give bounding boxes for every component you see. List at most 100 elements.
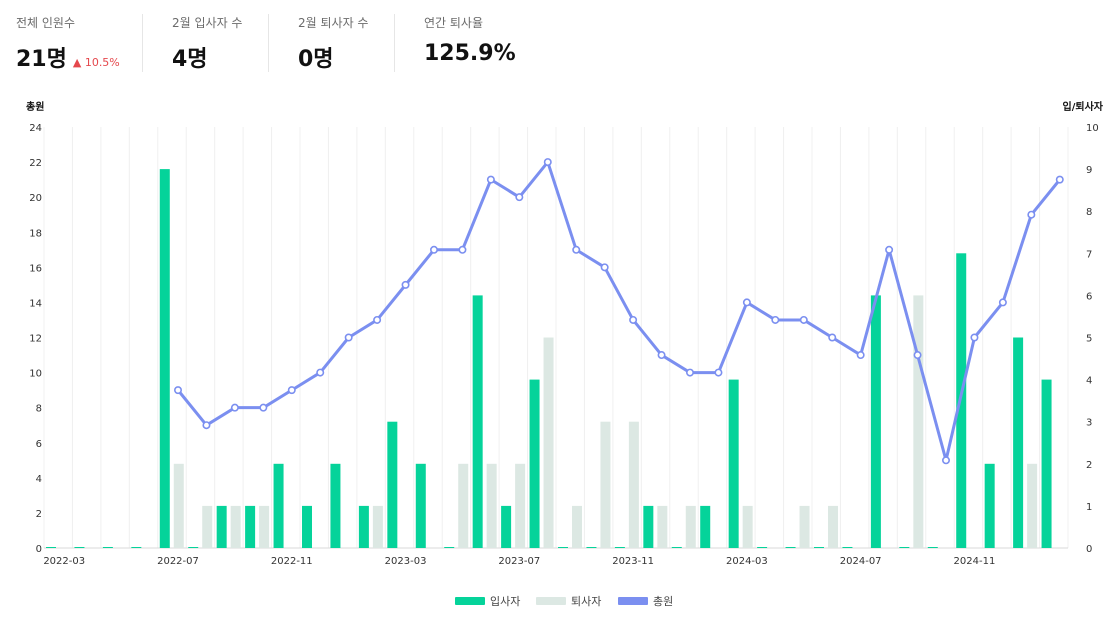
y-right-tick-label: 9 bbox=[1086, 165, 1092, 176]
x-tick-label: 2022-11 bbox=[271, 556, 313, 567]
bar-hires bbox=[586, 547, 597, 548]
bar-hires bbox=[984, 463, 995, 548]
bar-hires bbox=[245, 505, 256, 548]
tick-layer: 0246810121416182022240123456789102022-03… bbox=[29, 123, 1098, 567]
point-total bbox=[344, 333, 353, 342]
y-right-tick-label: 5 bbox=[1086, 334, 1092, 345]
point-total bbox=[373, 315, 382, 324]
y-right-tick-label: 1 bbox=[1086, 502, 1092, 513]
point-total bbox=[714, 368, 723, 377]
y-left-tick-label: 6 bbox=[36, 439, 42, 450]
y-right-tick-label: 0 bbox=[1086, 544, 1092, 555]
bar-hires bbox=[643, 505, 654, 548]
bar-hires bbox=[785, 547, 796, 548]
point-total bbox=[600, 263, 609, 272]
bar-exits bbox=[515, 463, 526, 548]
bar-exits bbox=[259, 505, 270, 548]
point-total bbox=[230, 403, 239, 412]
bar-exits bbox=[372, 505, 383, 548]
bar-hires bbox=[927, 547, 938, 548]
legend-item-hires[interactable]: 입사자 bbox=[455, 595, 520, 608]
x-tick-label: 2024-11 bbox=[954, 556, 996, 567]
point-total bbox=[174, 386, 183, 395]
point-total bbox=[941, 456, 950, 465]
bar-hires bbox=[1013, 337, 1024, 548]
y-left-tick-label: 20 bbox=[29, 193, 42, 204]
bar-hires bbox=[415, 463, 426, 548]
bar-hires bbox=[870, 295, 881, 548]
bar-hires bbox=[131, 547, 142, 548]
bar-hires bbox=[358, 505, 369, 548]
bar-exits bbox=[173, 463, 184, 548]
y-right-tick-label: 4 bbox=[1086, 376, 1092, 387]
point-total bbox=[885, 245, 894, 254]
bar-hires bbox=[472, 295, 483, 548]
bar-hires bbox=[444, 547, 455, 548]
bar-exits bbox=[458, 463, 469, 548]
y-right-axis-title: 입/퇴사자 bbox=[1063, 100, 1104, 113]
x-tick-label: 2024-03 bbox=[726, 556, 768, 567]
x-tick-label: 2024-07 bbox=[840, 556, 882, 567]
bar-hires bbox=[302, 505, 312, 548]
point-total bbox=[913, 351, 922, 360]
legend-label-hires: 입사자 bbox=[490, 595, 520, 608]
x-tick-label: 2023-11 bbox=[612, 556, 654, 567]
y-right-tick-label: 2 bbox=[1086, 460, 1092, 471]
legend-item-exits[interactable]: 퇴사자 bbox=[536, 595, 601, 608]
point-total bbox=[259, 403, 268, 412]
point-total bbox=[799, 315, 808, 324]
point-total bbox=[572, 245, 581, 254]
legend-item-total[interactable]: 총원 bbox=[618, 595, 673, 608]
y-right-tick-label: 10 bbox=[1086, 123, 1099, 134]
bar-hires bbox=[273, 463, 284, 548]
bar-hires bbox=[188, 547, 199, 548]
y-left-tick-label: 4 bbox=[36, 474, 42, 485]
x-tick-label: 2023-03 bbox=[385, 556, 427, 567]
bar-hires bbox=[102, 547, 113, 548]
point-total bbox=[657, 351, 666, 360]
y-left-tick-label: 18 bbox=[29, 228, 42, 239]
bar-exits bbox=[828, 505, 838, 548]
bar-hires bbox=[728, 379, 739, 548]
point-total bbox=[429, 245, 438, 254]
bar-exits bbox=[202, 505, 213, 548]
bar-hires bbox=[757, 547, 768, 548]
y-right-tick-label: 3 bbox=[1086, 418, 1092, 429]
x-tick-label: 2022-03 bbox=[43, 556, 85, 567]
point-total bbox=[629, 315, 638, 324]
headcount-chart: 0246810121416182022240123456789102022-03… bbox=[26, 100, 1104, 608]
point-total bbox=[998, 298, 1007, 307]
y-left-tick-label: 22 bbox=[29, 158, 42, 169]
bar-hires bbox=[899, 547, 910, 548]
point-total bbox=[1027, 210, 1036, 219]
legend-label-exits: 퇴사자 bbox=[571, 595, 601, 608]
bar-hires bbox=[1041, 379, 1052, 548]
y-right-tick-label: 8 bbox=[1086, 207, 1092, 218]
bar-exits bbox=[913, 295, 924, 548]
bar-hires bbox=[330, 463, 341, 548]
legend-swatch-hires bbox=[455, 597, 485, 605]
bar-hires bbox=[501, 505, 512, 548]
x-tick-label: 2023-07 bbox=[498, 556, 540, 567]
bar-exits bbox=[572, 505, 582, 548]
point-total bbox=[401, 280, 410, 289]
x-tick-label: 2022-07 bbox=[157, 556, 199, 567]
y-left-axis-title: 총원 bbox=[26, 100, 44, 113]
point-total bbox=[685, 368, 694, 377]
bar-exits bbox=[657, 505, 668, 548]
y-right-tick-label: 7 bbox=[1086, 249, 1092, 260]
bar-hires bbox=[558, 547, 568, 548]
y-left-tick-label: 14 bbox=[29, 298, 42, 309]
point-total bbox=[970, 333, 979, 342]
y-left-tick-label: 8 bbox=[36, 404, 42, 415]
bar-exits bbox=[742, 505, 753, 548]
legend-swatch-total bbox=[618, 597, 648, 605]
point-total bbox=[771, 315, 780, 324]
y-left-tick-label: 24 bbox=[29, 123, 42, 134]
legend-swatch-exits bbox=[536, 597, 566, 605]
y-left-tick-label: 0 bbox=[36, 544, 42, 555]
y-left-tick-label: 12 bbox=[29, 334, 42, 345]
bar-exits bbox=[799, 505, 810, 548]
series-line-total bbox=[176, 160, 1062, 462]
bar-hires bbox=[700, 505, 711, 548]
